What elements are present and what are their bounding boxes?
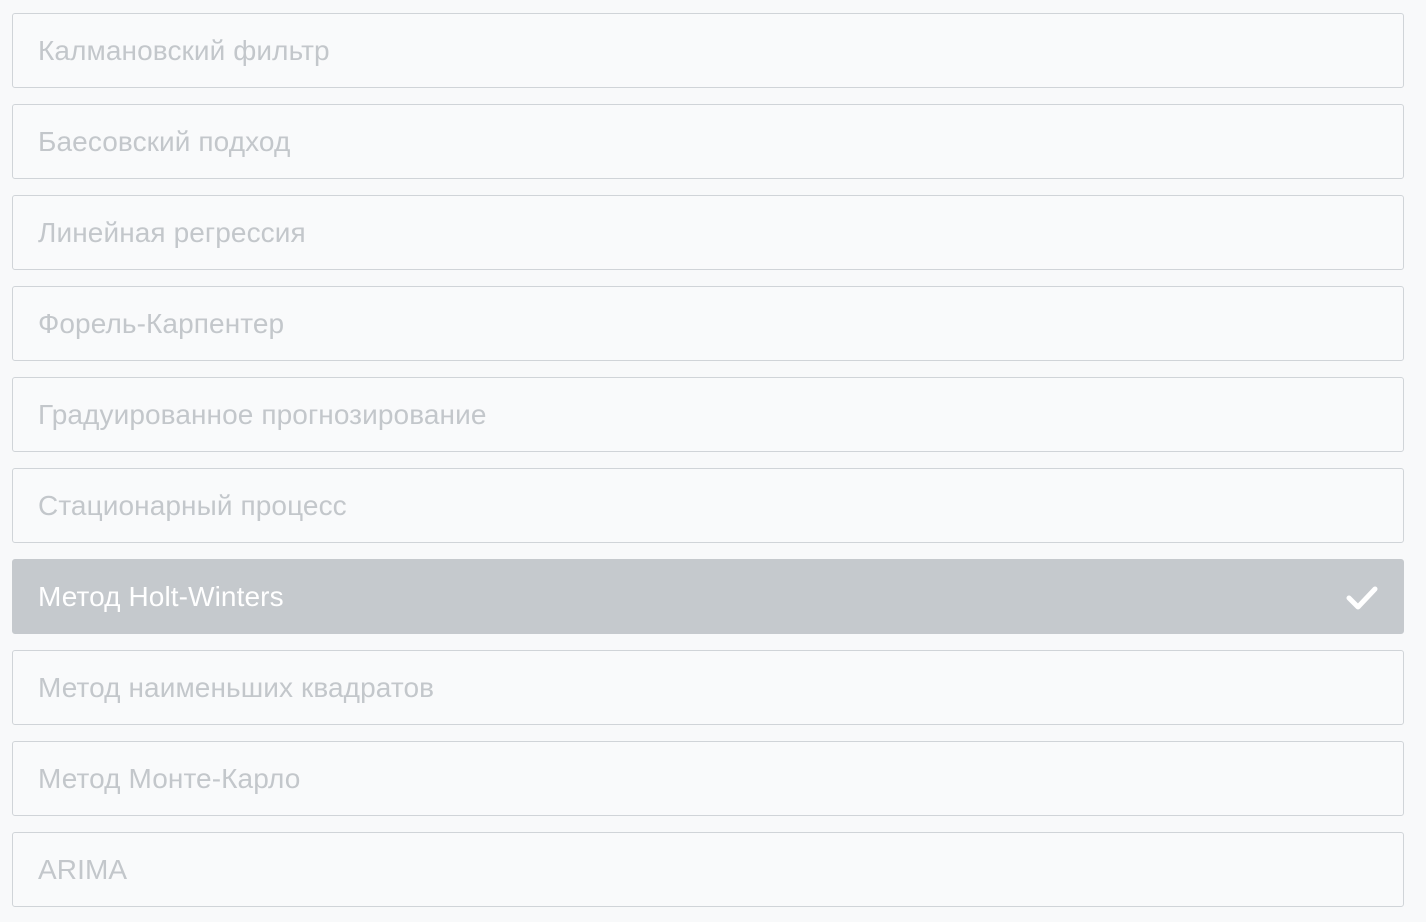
option-kalman-filter[interactable]: Калмановский фильтр <box>12 13 1404 88</box>
option-graduated-forecasting[interactable]: Градуированное прогнозирование <box>12 377 1404 452</box>
check-icon <box>1346 586 1378 609</box>
option-bayesian-approach[interactable]: Баесовский подход <box>12 104 1404 179</box>
option-arima[interactable]: ARIMA <box>12 832 1404 907</box>
option-label: Баесовский подход <box>38 125 291 157</box>
option-list: Калмановский фильтр Баесовский подход Ли… <box>12 13 1404 907</box>
option-label: Метод Монте-Карло <box>38 762 301 794</box>
option-linear-regression[interactable]: Линейная регрессия <box>12 195 1404 270</box>
option-label: Линейная регрессия <box>38 216 306 248</box>
option-label: Метод Holt-Winters <box>38 580 284 612</box>
option-forel-carpenter[interactable]: Форель-Карпентер <box>12 286 1404 361</box>
option-stationary-process[interactable]: Стационарный процесс <box>12 468 1404 543</box>
option-monte-carlo[interactable]: Метод Монте-Карло <box>12 741 1404 816</box>
option-label: ARIMA <box>38 853 128 885</box>
option-label: Метод наименьших квадратов <box>38 671 435 703</box>
option-least-squares[interactable]: Метод наименьших квадратов <box>12 650 1404 725</box>
option-label: Калмановский фильтр <box>38 34 330 66</box>
option-label: Стационарный процесс <box>38 489 347 521</box>
option-label: Форель-Карпентер <box>38 307 285 339</box>
option-holt-winters[interactable]: Метод Holt-Winters <box>12 559 1404 634</box>
option-label: Градуированное прогнозирование <box>38 398 487 430</box>
